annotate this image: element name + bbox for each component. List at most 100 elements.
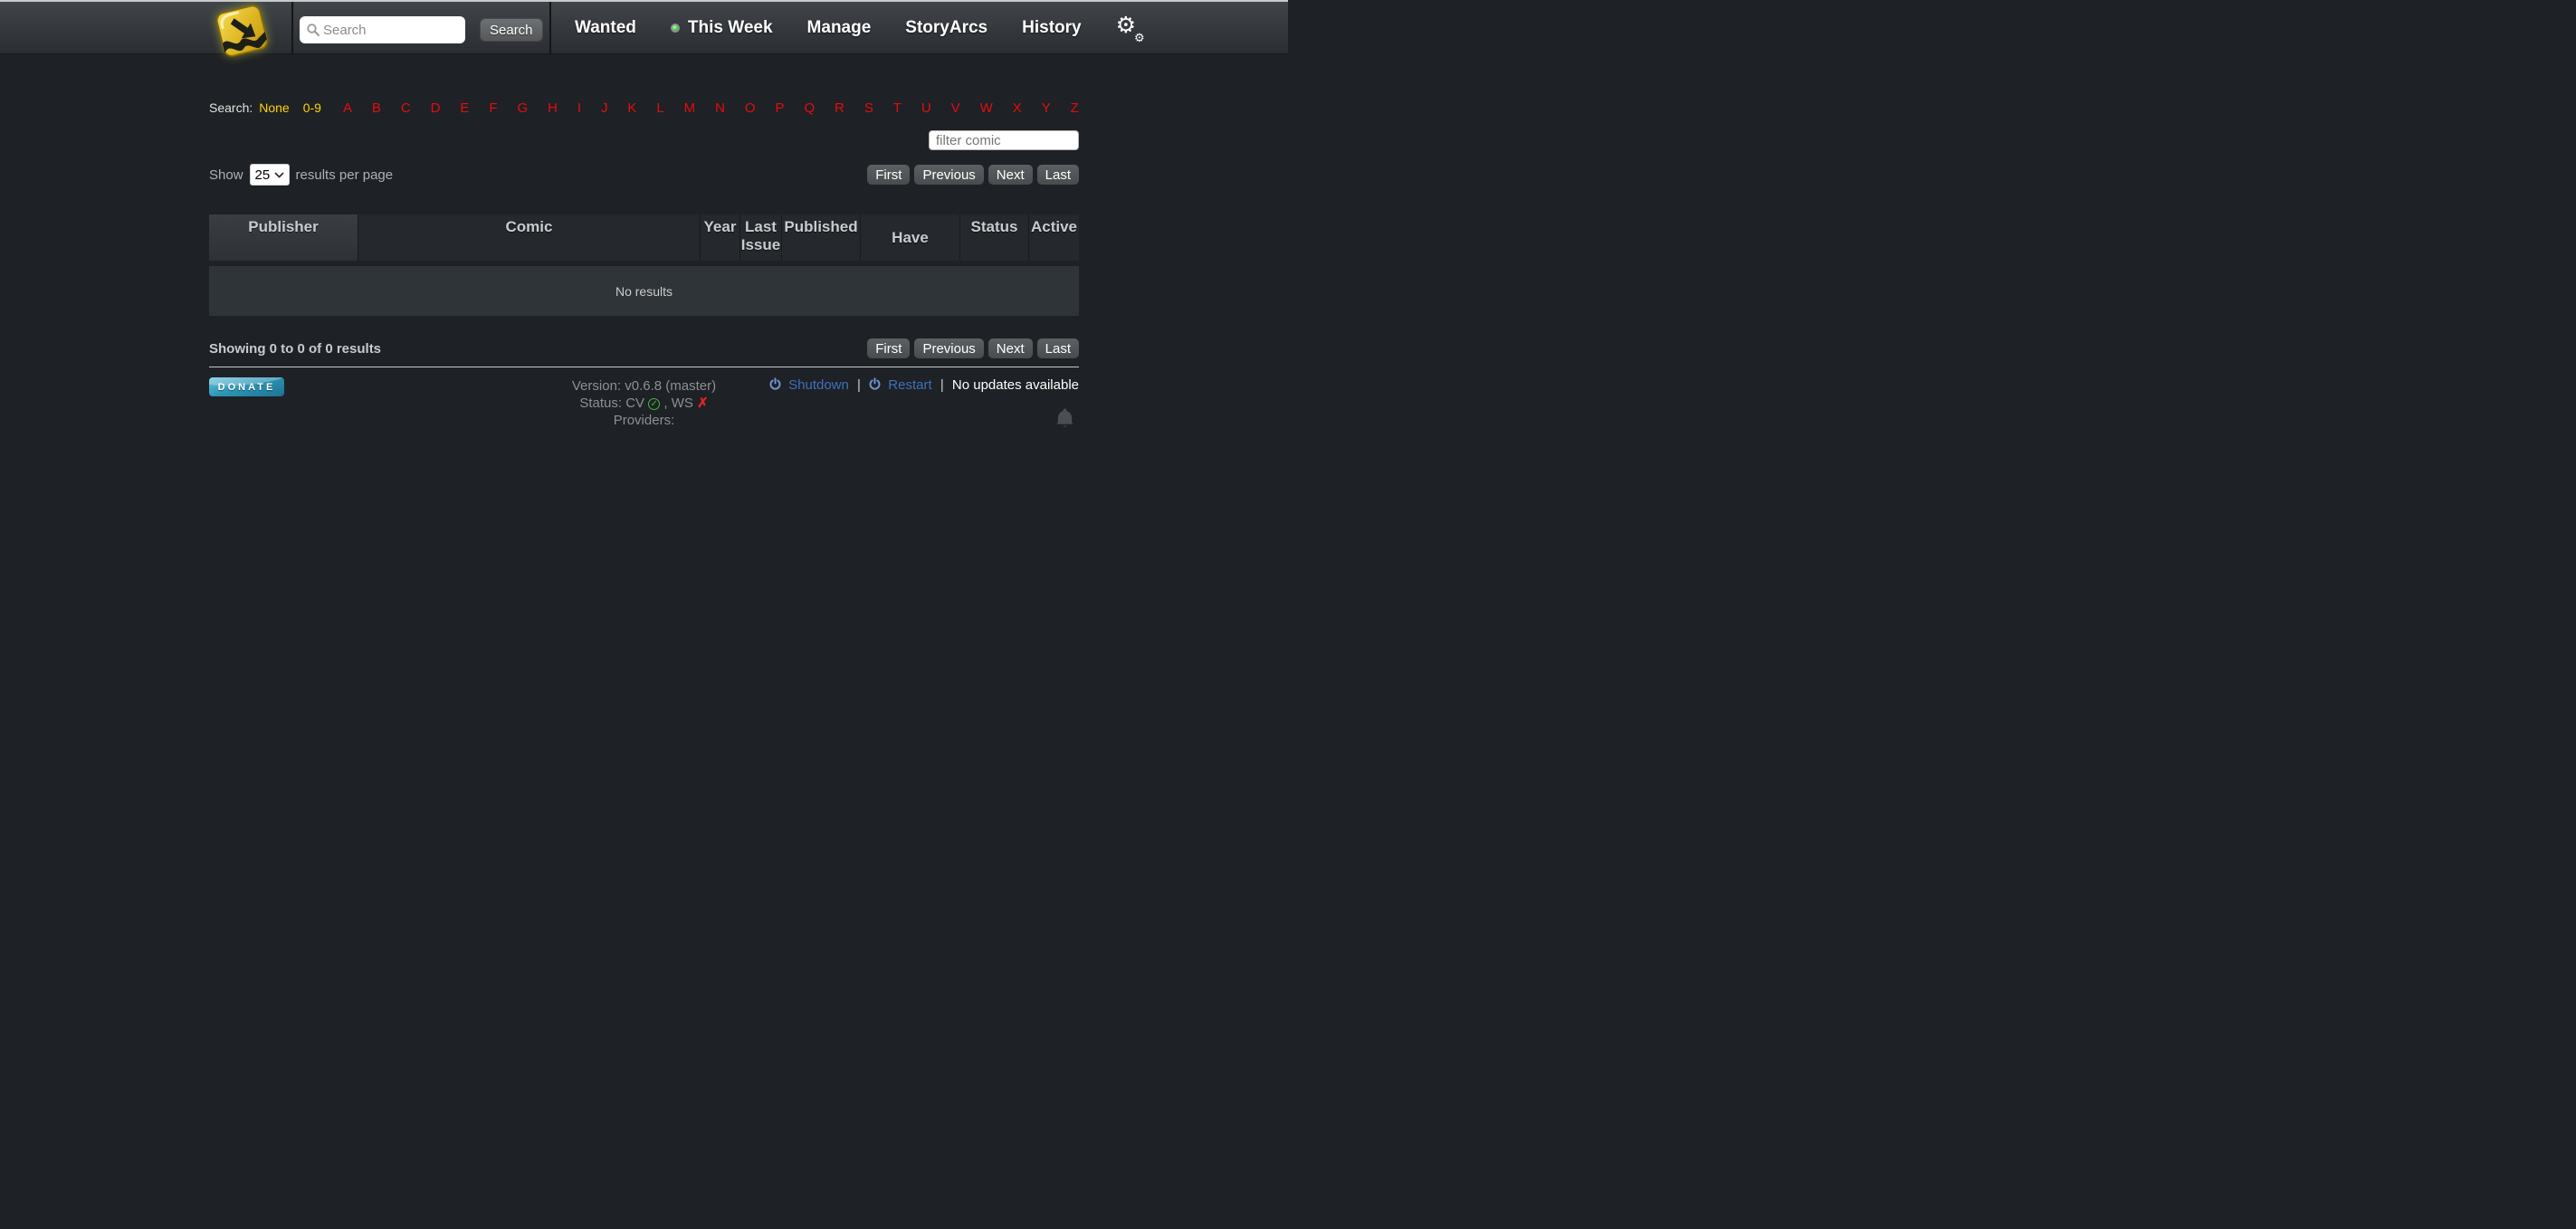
next-page-button[interactable]: Next [988, 338, 1033, 358]
nav-item-storyarcs[interactable]: StoryArcs [905, 18, 987, 38]
alpha-letter-link[interactable]: V [951, 100, 960, 116]
alpha-filter-digits-link[interactable]: 0-9 [303, 100, 321, 115]
column-header-active[interactable]: Active [1028, 214, 1079, 261]
nav-item-label: History [1022, 18, 1081, 38]
page-footer: DONATE Version: v0.6.8 (master) Status: … [209, 377, 1079, 435]
previous-page-button[interactable]: Previous [914, 338, 983, 358]
alpha-letter-link[interactable]: Q [804, 100, 815, 116]
status-middle: , WS [663, 395, 693, 411]
version-line: Version: v0.6.8 (master) [572, 377, 716, 395]
comics-table: Publisher Comic Year Last Issue Publishe… [209, 209, 1079, 321]
column-header-last-issue[interactable]: Last Issue [739, 214, 781, 261]
navbar-search-zone: Search [300, 16, 543, 43]
alpha-letter-link[interactable]: P [775, 100, 784, 116]
restart-link[interactable]: Restart [888, 377, 931, 393]
column-header-comic[interactable]: Comic [358, 214, 700, 261]
alpha-letter-link[interactable]: R [835, 100, 844, 116]
version-block: Version: v0.6.8 (master) Status: CV ✓ , … [572, 377, 716, 435]
status-line: Status: CV ✓ , WS ✗ [572, 395, 716, 412]
donate-button[interactable]: DONATE [209, 377, 284, 396]
bell-icon[interactable] [1053, 405, 1077, 431]
nav-item-label: Manage [807, 18, 872, 38]
alpha-letter-link[interactable]: Y [1042, 100, 1051, 116]
chevron-down-icon [274, 172, 284, 178]
settings-button[interactable]: ⚙ ⚙ [1116, 14, 1143, 43]
shutdown-link[interactable]: Shutdown [788, 377, 849, 393]
alpha-letter-link[interactable]: A [343, 100, 352, 116]
check-circle-icon: ✓ [648, 398, 660, 410]
results-summary: Showing 0 to 0 of 0 results [209, 341, 381, 357]
column-header-year[interactable]: Year [700, 214, 739, 261]
navbar-divider [291, 2, 293, 53]
alpha-letter-link[interactable]: O [745, 100, 756, 116]
nav-item-this-week[interactable]: This Week [671, 18, 773, 38]
status-prefix: Status: CV [579, 395, 644, 411]
alpha-letter-link[interactable]: X [1013, 100, 1022, 116]
alpha-letter-link[interactable]: M [684, 100, 696, 116]
alpha-letter-link[interactable]: D [431, 100, 441, 116]
updates-status: No updates available [952, 377, 1079, 393]
alpha-letter-link[interactable]: B [372, 100, 381, 116]
gear-small-icon: ⚙ [1134, 31, 1145, 45]
next-page-button[interactable]: Next [988, 165, 1033, 185]
page-size-value: 25 [255, 167, 271, 183]
filter-comic-input[interactable] [929, 130, 1079, 150]
alpha-letter-link[interactable]: N [715, 100, 725, 116]
nav-item-label: Wanted [575, 18, 636, 38]
previous-page-button[interactable]: Previous [914, 165, 983, 185]
alpha-letter-link[interactable]: Z [1071, 100, 1079, 116]
no-results-message: No results [209, 266, 1079, 316]
alpha-letter-link[interactable]: F [489, 100, 497, 116]
alpha-letter-link[interactable]: K [627, 100, 636, 116]
alpha-letter-link[interactable]: U [921, 100, 931, 116]
search-input[interactable] [300, 16, 465, 43]
nav-item-wanted[interactable]: Wanted [575, 18, 636, 38]
alpha-letter-link[interactable]: L [656, 100, 663, 116]
navbar: Search Wanted This Week Manage StoryArcs… [0, 2, 1288, 54]
cross-icon: ✗ [697, 395, 709, 411]
column-header-status[interactable]: Status [959, 214, 1028, 261]
search-button[interactable]: Search [480, 18, 543, 42]
alpha-letter-link[interactable]: G [517, 100, 528, 116]
nav-item-history[interactable]: History [1022, 18, 1081, 38]
last-page-button[interactable]: Last [1037, 165, 1079, 185]
alpha-letter-link[interactable]: I [577, 100, 581, 116]
pagination-top: First Previous Next Last [867, 165, 1079, 185]
main-nav: Wanted This Week Manage StoryArcs Histor… [549, 2, 1288, 53]
mylar-logo-icon [211, 3, 272, 62]
page-size-select[interactable]: 25 [250, 164, 290, 186]
alpha-search-label: Search: [209, 100, 253, 115]
column-header-published[interactable]: Published [781, 214, 860, 261]
first-page-button[interactable]: First [867, 165, 910, 185]
power-icon [869, 378, 884, 394]
alpha-search-row: Search: None 0-9 A B C D E F G H I J K L… [209, 100, 1079, 116]
search-icon [306, 23, 320, 42]
mylar-logo[interactable] [211, 3, 272, 67]
alpha-letter-link[interactable]: W [980, 100, 993, 116]
page-size-prefix-label: Show [209, 167, 243, 183]
column-header-publisher[interactable]: Publisher [209, 214, 358, 261]
first-page-button[interactable]: First [867, 338, 910, 358]
nav-item-label: StoryArcs [905, 18, 987, 38]
last-page-button[interactable]: Last [1037, 338, 1079, 358]
column-header-have[interactable]: Have [860, 214, 959, 261]
alpha-letter-link[interactable]: E [460, 100, 469, 116]
gear-icon: ⚙ [1116, 12, 1136, 39]
table-footer-row: Showing 0 to 0 of 0 results First Previo… [209, 338, 1079, 358]
footer-right: Shutdown | Restart | No updates availabl… [716, 377, 1079, 435]
alpha-letter-link[interactable]: J [601, 100, 608, 116]
alpha-letter-link[interactable]: S [864, 100, 873, 116]
alpha-filter-none-link[interactable]: None [259, 100, 289, 115]
nav-item-label: This Week [688, 18, 773, 38]
notification-area [716, 405, 1079, 435]
nav-item-manage[interactable]: Manage [807, 18, 872, 38]
footer-left: DONATE [209, 377, 572, 435]
link-separator: | [857, 377, 861, 393]
link-separator: | [940, 377, 944, 393]
main-content: Search: None 0-9 A B C D E F G H I J K L… [209, 100, 1079, 435]
table-empty-row: No results [209, 266, 1079, 316]
alpha-letter-link[interactable]: H [548, 100, 558, 116]
alpha-letter-link[interactable]: C [401, 100, 411, 116]
providers-line: Providers: [572, 412, 716, 429]
alpha-letter-link[interactable]: T [893, 100, 902, 116]
